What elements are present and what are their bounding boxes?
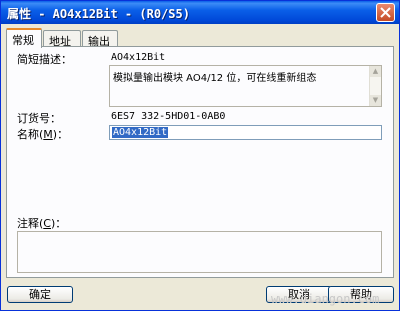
description-box[interactable]: 模拟量输出模块 AO4/12 位，可在线重新组态 ▲ ▼ [109,65,382,107]
close-button[interactable] [376,3,395,22]
name-hotkey: M [43,128,53,141]
description-scrollbar[interactable]: ▲ ▼ [369,66,381,106]
name-label-text: 名称 [17,128,39,141]
comment-label: 注释(C)： [17,217,67,230]
general-panel: 简短描述： AO4x12Bit 模拟量输出模块 AO4/12 位，可在线重新组态… [6,46,394,278]
tab-output[interactable]: 输出 [82,30,118,48]
title-bar: 属性 - AO4x12Bit - (R0/S5) [1,1,399,24]
tab-general[interactable]: 常规 [6,28,42,48]
watermark: www.diangon.com [271,292,380,306]
name-label: 名称(M)： [17,128,69,141]
short-desc-label: 简短描述： [17,53,72,66]
order-no-value: 6ES7 332-5HD01-0AB0 [111,111,226,122]
scroll-up-icon[interactable]: ▲ [370,66,381,77]
short-desc-value: AO4x12Bit [111,52,166,63]
name-input[interactable]: AO4x12Bit [109,125,382,140]
window-title: 属性 - AO4x12Bit - (R0/S5) [7,7,190,21]
name-input-value: AO4x12Bit [112,127,169,138]
close-icon [380,7,391,18]
comment-label-text: 注释 [17,217,39,230]
properties-dialog: 属性 - AO4x12Bit - (R0/S5) 常规 地址 输出 简短描述： … [0,0,400,311]
order-no-label: 订货号： [17,112,61,125]
description-text: 模拟量输出模块 AO4/12 位，可在线重新组态 [113,73,317,84]
ok-button[interactable]: 确定 [7,286,73,303]
comment-textarea[interactable] [17,231,382,273]
tab-address[interactable]: 地址 [43,30,81,48]
scroll-down-icon[interactable]: ▼ [370,95,381,106]
comment-hotkey: C [43,217,51,230]
